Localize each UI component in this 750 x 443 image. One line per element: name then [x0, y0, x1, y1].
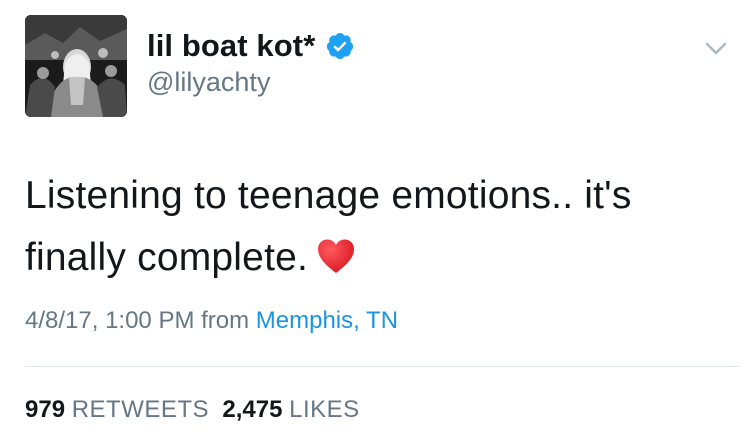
likes-label: LIKES	[289, 396, 360, 423]
retweets-label: RETWEETS	[71, 396, 210, 423]
display-name[interactable]: lil boat kot*	[147, 28, 315, 64]
likes-stat[interactable]: 2,475 LIKES	[222, 396, 359, 423]
tweet-text-line-2: finally complete.	[25, 227, 725, 289]
tweet-text-line-1: Listening to teenage emotions.. it's	[25, 174, 632, 217]
tweet-text: Listening to teenage emotions.. it's fin…	[25, 165, 725, 289]
avatar-photo	[25, 15, 127, 117]
tweet-meta: 4/8/17, 1:00 PM from Memphis, TN	[25, 307, 398, 335]
retweets-count: 979	[25, 396, 66, 423]
avatar[interactable]	[25, 15, 127, 117]
retweets-stat[interactable]: 979 RETWEETS	[25, 396, 209, 423]
location-link[interactable]: Memphis, TN	[256, 307, 398, 334]
tweet-text-line-2-content: finally complete.	[25, 236, 309, 279]
tweet-card: lil boat kot* @lilyachty Listening to te…	[0, 0, 750, 443]
tweet-stats: 979 RETWEETS 2,475 LIKES	[25, 396, 360, 424]
divider	[25, 366, 740, 367]
heart-emoji-icon	[316, 233, 356, 273]
likes-count: 2,475	[222, 396, 283, 423]
timestamp[interactable]: 4/8/17, 1:00 PM from	[25, 307, 249, 334]
author-handle[interactable]: @lilyachty	[147, 67, 270, 98]
author-name-row[interactable]: lil boat kot*	[147, 26, 355, 66]
verified-badge-icon	[325, 31, 355, 61]
chevron-down-icon[interactable]	[702, 38, 730, 58]
